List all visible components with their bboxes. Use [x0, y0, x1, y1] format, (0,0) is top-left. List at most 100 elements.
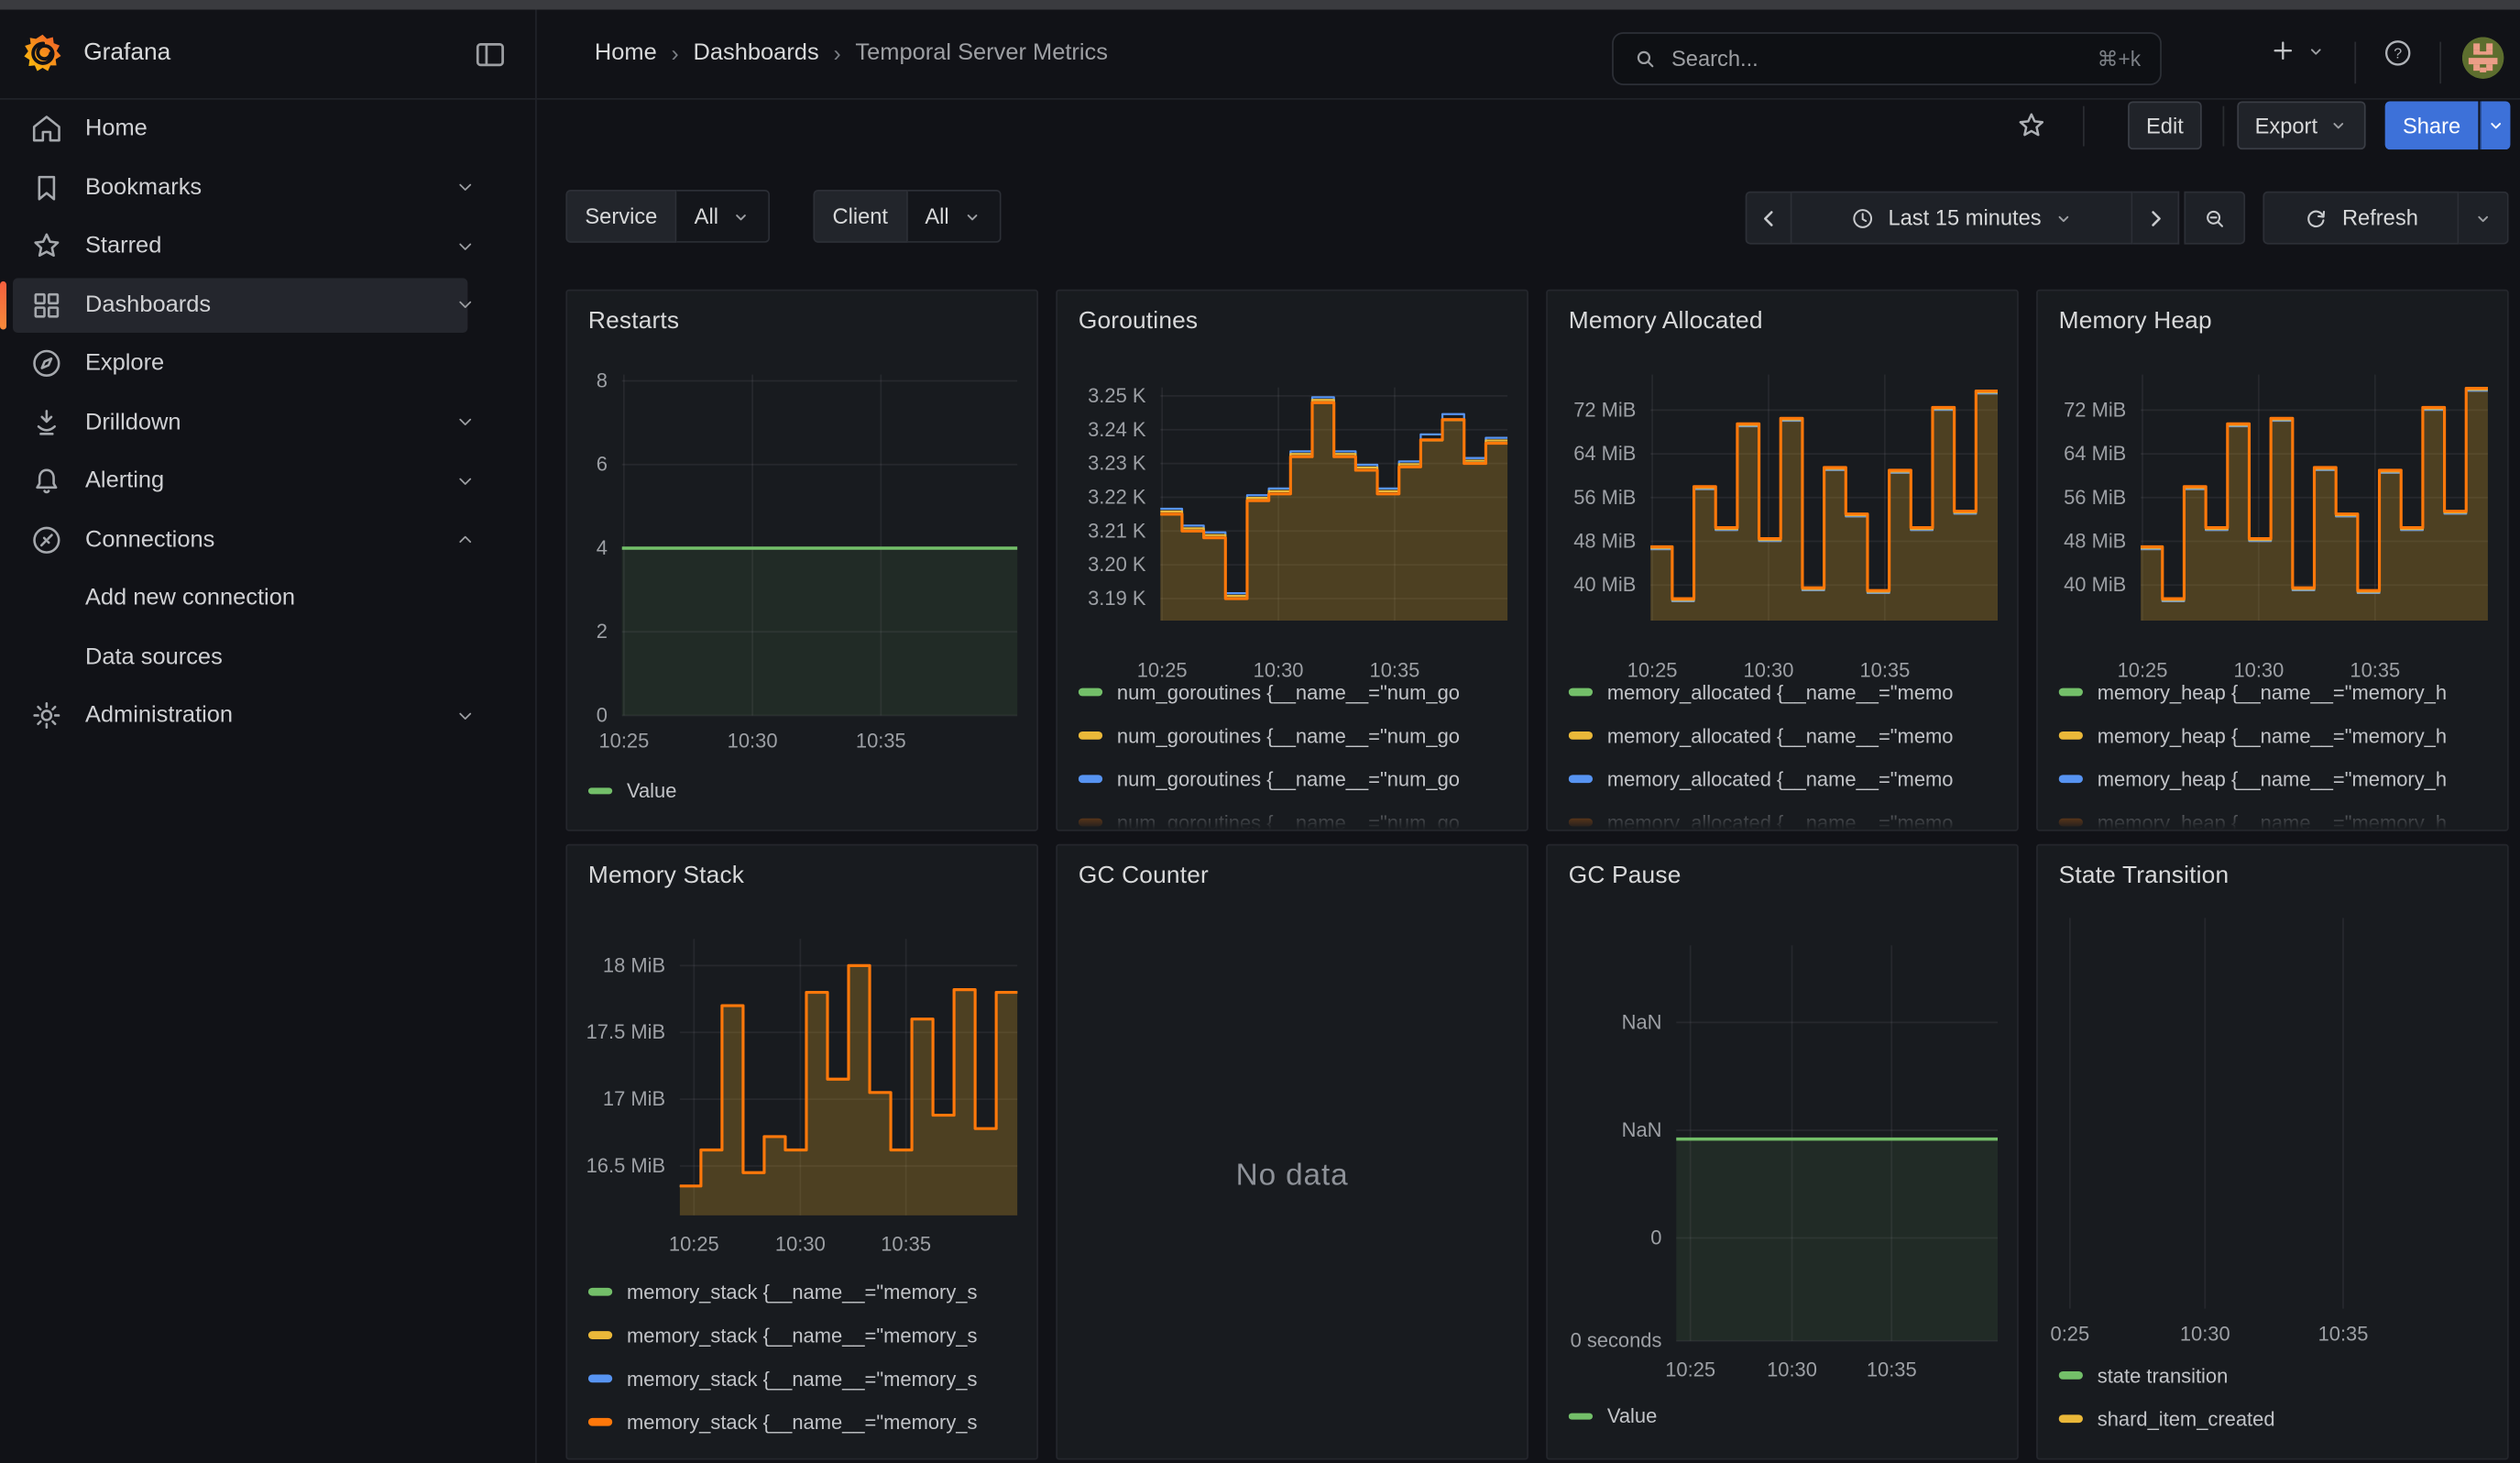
breadcrumb-home[interactable]: Home: [595, 40, 657, 66]
chart-gc-pause[interactable]: 10:2510:3010:35NaNNaN00 seconds: [1548, 846, 2019, 1460]
refresh-interval-dropdown[interactable]: [2459, 192, 2508, 245]
legend-item[interactable]: num_goroutines {__name__="num_go: [1079, 670, 1524, 713]
chevron-down-icon[interactable]: [482, 704, 506, 728]
chevron-down-icon: [962, 206, 981, 226]
search-shortcut: ⌘+k: [2098, 46, 2142, 72]
legend-item[interactable]: memory_heap {__name__="memory_h: [2059, 714, 2504, 757]
grid-icon: [29, 287, 65, 323]
legend-item[interactable]: num_goroutines {__name__="num_go: [1079, 714, 1524, 757]
sidebar-toggle-icon[interactable]: [473, 37, 509, 72]
chevron-down-icon: [2054, 208, 2074, 227]
legend-item[interactable]: memory_allocated {__name__="memo: [1569, 757, 2014, 800]
svg-text:?: ?: [2394, 46, 2402, 62]
service-filter-label: Service: [565, 190, 676, 243]
drilldown-icon: [29, 405, 65, 441]
chart-restarts[interactable]: 10:2510:3010:3586420: [567, 291, 1038, 830]
edit-button[interactable]: Edit: [2128, 101, 2202, 149]
sidebar-item-data-sources[interactable]: Data sources: [0, 628, 535, 687]
share-button[interactable]: Share: [2385, 101, 2479, 149]
star-icon: [29, 228, 65, 264]
sidebar-item-starred[interactable]: Starred: [0, 217, 535, 276]
breadcrumb-separator: ›: [672, 40, 679, 66]
legend-item[interactable]: memory_stack {__name__="memory_s: [588, 1270, 1034, 1314]
sidebar-item-dashboards[interactable]: Dashboards: [0, 276, 535, 335]
legend-item[interactable]: Value: [588, 770, 1034, 812]
svg-text:10:35: 10:35: [856, 730, 906, 753]
time-shift-back-button[interactable]: [1746, 192, 1792, 245]
chevron-down-icon[interactable]: [482, 235, 506, 258]
time-range-picker[interactable]: Last 15 minutes: [1792, 192, 2133, 245]
panel-title[interactable]: GC Counter: [1079, 862, 1209, 889]
panel-goroutines: Goroutines10:2510:3010:353.25 K3.24 K3.2…: [1056, 290, 1528, 831]
breadcrumb-dashboards[interactable]: Dashboards: [694, 40, 819, 66]
legend-item[interactable]: num_goroutines {__name__="num_go: [1079, 757, 1524, 800]
chevron-down-icon[interactable]: [482, 176, 506, 200]
legend-color-marker: [1079, 776, 1102, 783]
chart-legend: memory_heap {__name__="memory_hmemory_he…: [2059, 670, 2504, 830]
legend-item[interactable]: memory_allocated {__name__="memo: [1569, 714, 2014, 757]
bell-icon: [29, 464, 65, 500]
legend-item[interactable]: num_goroutines {__name__="num_go: [1079, 800, 1524, 830]
chevron-down-icon[interactable]: [482, 469, 506, 493]
sidebar-item-drilldown[interactable]: Drilldown: [0, 393, 535, 452]
sidebar-item-home[interactable]: Home: [0, 100, 535, 159]
legend-label: num_goroutines {__name__="num_go: [1117, 811, 1460, 830]
legend-color-marker: [2059, 1415, 2083, 1423]
service-filter-selected: All: [695, 204, 718, 228]
svg-text:10:30: 10:30: [728, 730, 778, 753]
service-filter-value[interactable]: All: [676, 190, 770, 243]
legend-color-marker: [588, 1375, 612, 1382]
sidebar-item-add-new-connection[interactable]: Add new connection: [0, 569, 535, 628]
chevron-down-icon[interactable]: [482, 293, 506, 317]
sidebar-item-highlight: [13, 631, 467, 685]
legend-item[interactable]: state transition: [2059, 1354, 2504, 1397]
chevron-down-icon: [2306, 41, 2326, 60]
legend-item[interactable]: memory_heap {__name__="memory_h: [2059, 670, 2504, 713]
zoom-out-button[interactable]: [2184, 192, 2245, 245]
legend-item[interactable]: memory_allocated {__name__="memo: [1569, 670, 2014, 713]
legend-item[interactable]: Value: [1569, 1395, 2014, 1437]
legend-item[interactable]: memory_stack {__name__="memory_s: [588, 1357, 1034, 1400]
sidebar-item-bookmarks[interactable]: Bookmarks: [0, 159, 535, 217]
legend-label: memory_heap {__name__="memory_h: [2098, 724, 2447, 747]
help-icon: ?: [2382, 37, 2414, 69]
legend-label: Value: [627, 780, 676, 803]
chevron-down-icon: [2473, 208, 2493, 227]
legend-label: num_goroutines {__name__="num_go: [1117, 681, 1460, 704]
share-dropdown-button[interactable]: [2480, 101, 2510, 149]
user-avatar[interactable]: [2462, 37, 2504, 79]
time-shift-forward-button[interactable]: [2132, 192, 2179, 245]
sidebar-item-explore[interactable]: Explore: [0, 335, 535, 393]
svg-text:10:25: 10:25: [1665, 1358, 1715, 1380]
sidebar-item-connections[interactable]: Connections: [0, 511, 535, 569]
sidebar-item-alerting[interactable]: Alerting: [0, 452, 535, 511]
sidebar-item-administration[interactable]: Administration: [0, 687, 535, 745]
sidebar-item-highlight: [13, 454, 467, 508]
chevron-left-icon: [1756, 205, 1781, 231]
panel-gc-counter: GC CounterNo data: [1056, 844, 1528, 1460]
legend-label: memory_allocated {__name__="memo: [1607, 681, 1954, 704]
svg-text:10:25: 10:25: [598, 730, 649, 753]
refresh-icon: [2304, 205, 2329, 231]
chevron-up-icon[interactable]: [482, 528, 506, 552]
svg-text:10:30: 10:30: [2180, 1323, 2230, 1346]
legend-item[interactable]: shard_item_created: [2059, 1397, 2504, 1440]
svg-text:3.22 K: 3.22 K: [1088, 485, 1146, 508]
legend-item[interactable]: memory_heap {__name__="memory_h: [2059, 757, 2504, 800]
legend-item[interactable]: memory_heap {__name__="memory_h: [2059, 800, 2504, 830]
refresh-button[interactable]: Refresh: [2263, 192, 2459, 245]
export-button[interactable]: Export: [2237, 101, 2365, 149]
legend-item[interactable]: memory_stack {__name__="memory_s: [588, 1314, 1034, 1357]
legend-item[interactable]: memory_stack {__name__="memory_s: [588, 1401, 1034, 1444]
client-filter-value[interactable]: All: [907, 190, 1001, 243]
favorite-star-button[interactable]: [2015, 109, 2047, 141]
help-button[interactable]: ?: [2382, 37, 2414, 69]
add-new-button[interactable]: [2269, 37, 2325, 64]
grafana-logo-icon[interactable]: [21, 32, 64, 75]
svg-text:3.19 K: 3.19 K: [1088, 587, 1146, 610]
legend-item[interactable]: memory_allocated {__name__="memo: [1569, 800, 2014, 830]
chevron-down-icon[interactable]: [482, 411, 506, 434]
sidebar-item-label: Home: [85, 116, 148, 142]
search-input[interactable]: Search... ⌘+k: [1612, 32, 2162, 85]
sidebar-item-label: Dashboards: [85, 292, 211, 318]
